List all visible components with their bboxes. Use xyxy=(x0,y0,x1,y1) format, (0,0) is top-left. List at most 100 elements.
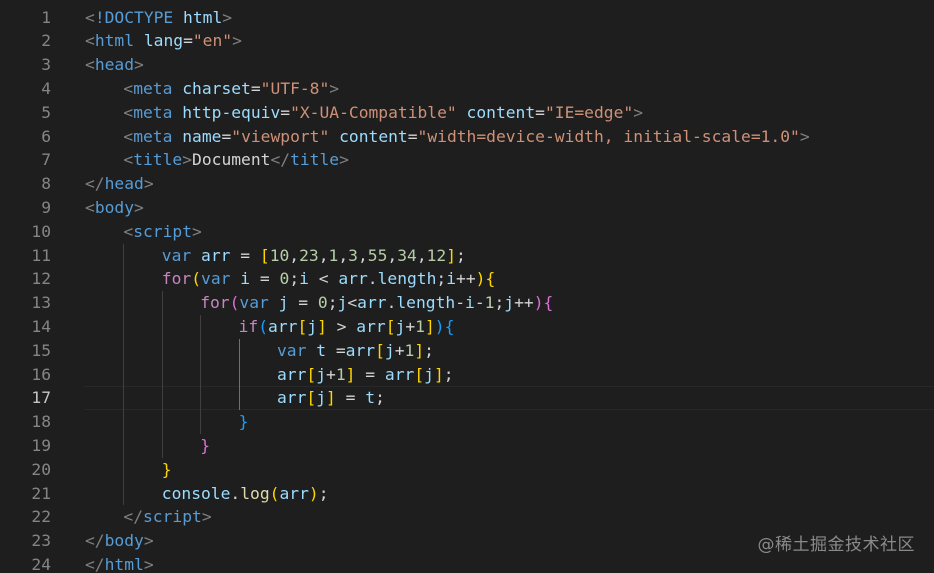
code-line[interactable]: 14 if(arr[j] > arr[j+1]){ xyxy=(0,315,934,339)
code-line[interactable]: 5 <meta http-equiv="X-UA-Compatible" cont… xyxy=(0,101,934,125)
code-line[interactable]: 16 arr[j+1] = arr[j]; xyxy=(0,363,934,387)
code-line[interactable]: 17 arr[j] = t; xyxy=(0,386,934,410)
line-number: 21 xyxy=(31,483,51,503)
code-token: 1 xyxy=(484,293,495,313)
code-token: ) xyxy=(475,269,486,289)
line-number: 10 xyxy=(31,221,51,241)
code-line[interactable]: 1 <!DOCTYPE html> xyxy=(0,6,934,30)
code-token: j xyxy=(424,364,434,384)
code-token: ; xyxy=(494,293,505,313)
line-code: <meta name="viewport" content="width=dev… xyxy=(123,125,809,149)
code-token: if xyxy=(238,316,259,336)
code-token: html xyxy=(183,7,223,27)
code-token: ] xyxy=(414,340,425,360)
code-token: < xyxy=(123,221,134,241)
code-line[interactable]: 21 console.log(arr); xyxy=(0,482,934,506)
line-code: <title>Document</title> xyxy=(123,148,349,172)
line-code: arr[j] = t; xyxy=(277,386,385,410)
code-line[interactable]: 18} xyxy=(0,410,934,434)
code-line[interactable]: 15 var t =arr[j+1]; xyxy=(0,339,934,363)
line-code: <meta charset="UTF-8"> xyxy=(123,77,339,101)
line-code: for(var j = 0;j<arr.length-i-1;j++){ xyxy=(200,291,553,315)
code-token: < xyxy=(308,269,339,289)
code-token: = xyxy=(230,245,260,265)
code-token: j xyxy=(384,340,395,360)
code-line[interactable]: 8 </head> xyxy=(0,172,934,196)
code-token: title xyxy=(133,150,183,170)
code-token: arr xyxy=(268,316,298,336)
code-token: "IE=edge" xyxy=(544,102,634,122)
line-code: for(var i = 0;i < arr.length;i++){ xyxy=(162,267,495,291)
code-token: = xyxy=(221,126,232,146)
code-token: [ xyxy=(259,245,270,265)
line-code: console.log(arr); xyxy=(162,482,329,506)
line-code: var t =arr[j+1]; xyxy=(277,339,434,363)
code-token: 34 xyxy=(397,245,417,265)
code-line[interactable]: 4 <meta charset="UTF-8"> xyxy=(0,77,934,101)
code-token: ; xyxy=(456,245,466,265)
code-line[interactable]: 19} xyxy=(0,434,934,458)
code-line[interactable]: 11 var arr = [10,23,1,3,55,34,12]; xyxy=(0,244,934,268)
line-number: 12 xyxy=(31,269,51,289)
code-line[interactable]: 13 for(var j = 0;j<arr.length-i-1;j++){ xyxy=(0,291,934,315)
code-token: , xyxy=(338,245,349,265)
line-number: 19 xyxy=(31,435,51,455)
code-token: > xyxy=(134,55,144,75)
code-line[interactable]: 6 <meta name="viewport" content="width=de… xyxy=(0,125,934,149)
code-token: j xyxy=(316,388,327,408)
code-token: - xyxy=(474,293,485,313)
code-token: > xyxy=(799,126,810,146)
line-number: 4 xyxy=(41,78,51,98)
code-token: 1 xyxy=(328,245,339,265)
code-line[interactable]: 7 <title>Document</title> xyxy=(0,148,934,172)
indent-guide xyxy=(123,243,125,506)
code-token: i xyxy=(240,269,251,289)
code-token: ] xyxy=(345,364,356,384)
code-token: > xyxy=(222,7,233,27)
line-number: 17 xyxy=(31,388,51,408)
code-token: 23 xyxy=(299,245,319,265)
code-token: var xyxy=(239,293,269,313)
code-line[interactable]: 24 </html> xyxy=(0,553,934,573)
code-token: </ xyxy=(85,174,105,194)
line-code: <meta http-equiv="X-UA-Compatible" conte… xyxy=(123,101,643,125)
code-token: , xyxy=(357,245,368,265)
code-line[interactable]: 23 </body> xyxy=(0,529,934,553)
code-line[interactable]: 10 <script> xyxy=(0,220,934,244)
code-token: !DOCTYPE xyxy=(94,7,174,27)
code-token: ; xyxy=(289,269,300,289)
code-line[interactable]: 9 <body> xyxy=(0,196,934,220)
code-line[interactable]: 2 <html lang="en"> xyxy=(0,29,934,53)
code-editor[interactable]: @稀土掘金技术社区 1 <!DOCTYPE html> 2 <html lang="e… xyxy=(0,0,934,573)
code-token: , xyxy=(416,245,427,265)
code-token: . xyxy=(230,483,241,503)
code-token: body xyxy=(104,531,144,551)
code-token: = xyxy=(335,388,366,408)
code-line[interactable]: 3 <head> xyxy=(0,53,934,77)
code-token: length xyxy=(396,293,456,313)
indent-guide xyxy=(238,338,240,411)
code-token: arr xyxy=(356,316,386,336)
code-token: ++ xyxy=(456,269,476,289)
code-line[interactable]: 12 for(var i = 0;i < arr.length;i++){ xyxy=(0,267,934,291)
code-line[interactable]: 20} xyxy=(0,458,934,482)
code-token: ] xyxy=(317,316,327,336)
code-token: "viewport" xyxy=(231,126,330,146)
code-token: > xyxy=(143,531,154,551)
line-code: <html lang="en"> xyxy=(85,29,242,53)
code-token: < xyxy=(85,31,95,51)
code-token: < xyxy=(123,150,134,170)
code-token: meta xyxy=(133,78,173,98)
code-line[interactable]: 22 </script> xyxy=(0,505,934,529)
code-token: } xyxy=(238,412,249,432)
code-token: http-equiv xyxy=(182,102,281,122)
code-token: [ xyxy=(306,364,317,384)
indent-guide xyxy=(200,314,202,434)
